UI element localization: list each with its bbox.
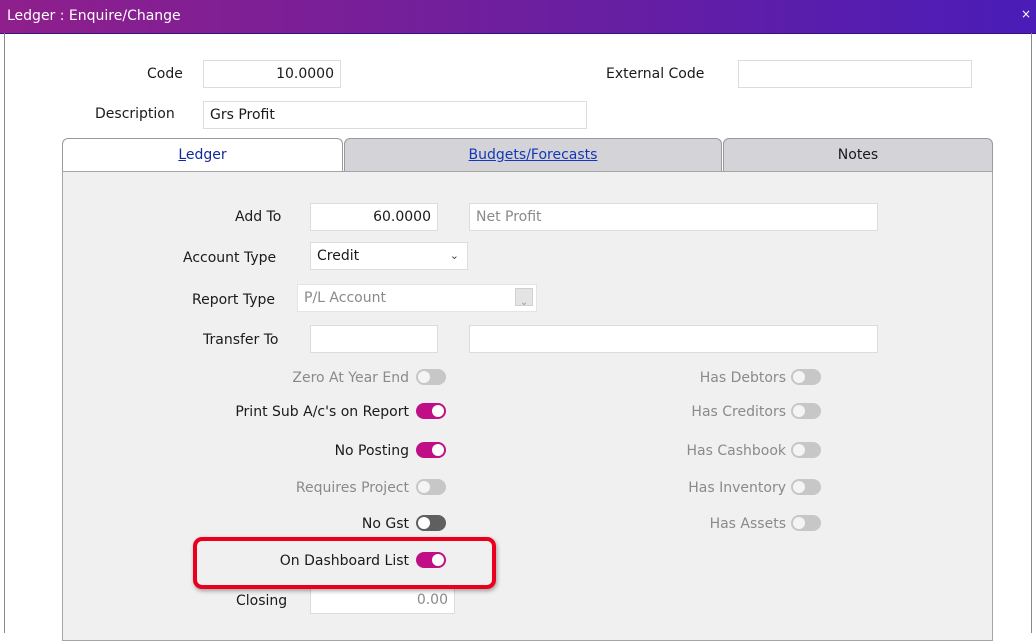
account-type-value: Credit <box>317 248 360 264</box>
has-assets-toggle <box>791 515 821 531</box>
code-label: Code <box>147 66 183 82</box>
requires-project-toggle <box>416 479 446 495</box>
code-input[interactable]: 10.0000 <box>203 60 341 88</box>
has-assets-label: Has Assets <box>709 516 786 532</box>
description-input[interactable]: Grs Profit <box>203 101 587 129</box>
transfer-to-name-field[interactable] <box>469 325 878 353</box>
has-cashbook-label: Has Cashbook <box>686 443 787 459</box>
no-gst-label: No Gst <box>361 516 409 532</box>
tab-ledger[interactable]: Ledger <box>62 138 343 172</box>
report-type-chevron-icon: ⌄ <box>515 288 533 308</box>
report-type-label: Report Type <box>192 292 276 308</box>
print-sub-accounts-toggle[interactable] <box>416 403 446 419</box>
window-title: Ledger : Enquire/Change <box>7 8 181 24</box>
add-to-label: Add To <box>235 209 282 225</box>
external-code-input[interactable] <box>738 60 972 88</box>
report-type-select: P/L Account ⌄ <box>297 284 537 312</box>
has-creditors-toggle <box>791 403 821 419</box>
has-inventory-toggle <box>791 479 821 495</box>
no-gst-toggle[interactable] <box>416 515 446 531</box>
transfer-to-code-input[interactable] <box>310 325 438 353</box>
window-border-left <box>4 33 5 633</box>
has-debtors-toggle <box>791 369 821 385</box>
highlight-callout <box>193 537 496 589</box>
no-posting-label: No Posting <box>334 443 409 459</box>
close-icon[interactable]: × <box>1021 7 1031 21</box>
description-label: Description <box>95 106 175 122</box>
tab-notes-label: Notes <box>837 147 879 163</box>
window-border-right <box>1031 33 1032 633</box>
account-type-label: Account Type <box>183 250 277 266</box>
transfer-to-label: Transfer To <box>203 332 279 348</box>
zero-at-year-end-toggle <box>416 369 446 385</box>
closing-label: Closing <box>236 593 288 609</box>
zero-at-year-end-label: Zero At Year End <box>292 370 409 386</box>
external-code-label: External Code <box>606 66 705 82</box>
print-sub-accounts-label: Print Sub A/c's on Report <box>235 404 409 420</box>
closing-field: 0.00 <box>310 586 455 614</box>
report-type-value: P/L Account <box>304 290 386 306</box>
no-posting-toggle[interactable] <box>416 442 446 458</box>
has-debtors-label: Has Debtors <box>699 370 786 386</box>
has-inventory-label: Has Inventory <box>688 480 786 496</box>
account-type-select[interactable]: Credit ⌄ <box>310 242 468 270</box>
requires-project-label: Requires Project <box>295 480 409 496</box>
tab-ledger-accesskey: L <box>178 147 186 163</box>
chevron-down-icon: ⌄ <box>449 249 459 262</box>
has-cashbook-toggle <box>791 442 821 458</box>
title-bar: Ledger : Enquire/Change × <box>0 0 1036 34</box>
add-to-code-input[interactable]: 60.0000 <box>310 203 438 231</box>
tab-notes[interactable]: Notes <box>723 138 993 172</box>
tab-budgets-label: udgets/Forecasts <box>478 147 598 163</box>
has-creditors-label: Has Creditors <box>691 404 786 420</box>
add-to-name-field: Net Profit <box>469 203 878 231</box>
tab-budgets-forecasts[interactable]: Budgets/Forecasts <box>344 138 722 172</box>
tab-ledger-label: edger <box>185 147 227 163</box>
tab-budgets-accesskey: B <box>468 147 479 163</box>
